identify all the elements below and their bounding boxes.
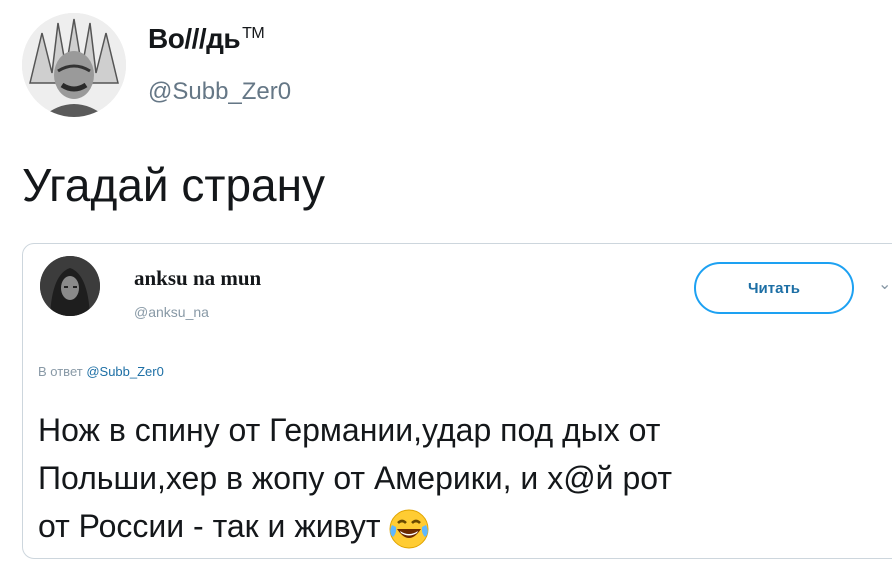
quoted-tweet-text: Нож в спину от Германии,удар под дых от … bbox=[38, 406, 672, 551]
tweet-text: Угадай страну bbox=[22, 159, 326, 211]
author-avatar-image bbox=[22, 13, 126, 117]
author-avatar[interactable] bbox=[22, 13, 126, 117]
author-name-text: Во///дь bbox=[148, 23, 241, 54]
reply-context: В ответ @Subb_Zer0 bbox=[38, 364, 164, 379]
quoted-tweet-card[interactable]: anksu na mun @anksu_na Читать ⌄ В ответ … bbox=[22, 243, 892, 559]
quoted-handle[interactable]: @anksu_na bbox=[134, 304, 209, 320]
quoted-text-line: Нож в спину от Германии,удар под дых от bbox=[38, 412, 661, 448]
reply-mention-link[interactable]: @Subb_Zer0 bbox=[86, 364, 164, 379]
quoted-text-line: Польши,хер в жопу от Америки, и х@й рот bbox=[38, 460, 672, 496]
trademark-mark: TM bbox=[242, 24, 265, 42]
author-handle[interactable]: @Subb_Zer0 bbox=[148, 78, 291, 106]
chevron-down-icon[interactable]: ⌄ bbox=[878, 277, 891, 293]
face-with-tears-of-joy-icon bbox=[389, 509, 429, 549]
reply-prefix: В ответ bbox=[38, 364, 83, 379]
author-display-name[interactable]: Во///дь TM bbox=[148, 23, 265, 55]
quoted-display-name[interactable]: anksu na mun bbox=[134, 266, 261, 291]
quoted-text-line: от России - так и живут bbox=[38, 508, 381, 544]
quoted-avatar-image bbox=[40, 256, 100, 316]
follow-button[interactable]: Читать bbox=[694, 262, 854, 314]
quoted-text-line-last: от России - так и живут bbox=[38, 502, 672, 551]
quoted-author-avatar[interactable] bbox=[40, 256, 100, 316]
